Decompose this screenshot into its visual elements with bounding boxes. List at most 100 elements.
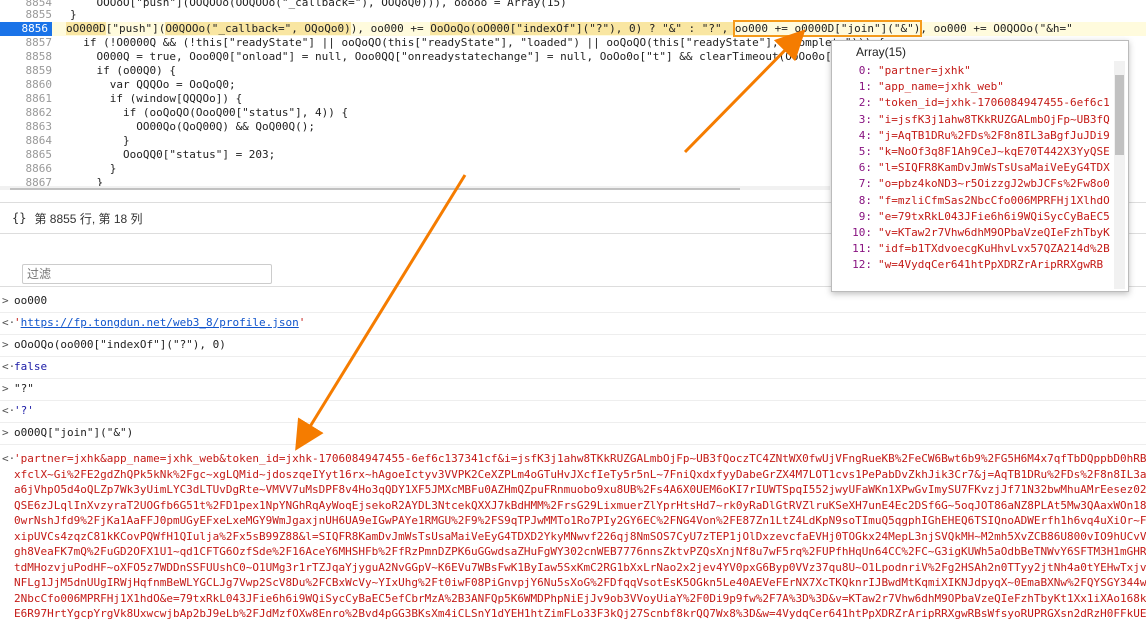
- code-token: ), oo000: [350, 22, 411, 35]
- console-command: o000Q["join"]("&"): [14, 426, 134, 439]
- array-item[interactable]: 2: "token_id=jxhk-1706084947455-6ef6c1: [842, 95, 1110, 111]
- array-preview-popup[interactable]: Array(15) 0: "partner=jxhk" 1: "app_name=jx…: [831, 40, 1129, 292]
- console-input-row: > o000Q["join"]("&"): [0, 422, 1146, 445]
- line-number[interactable]: 8856: [0, 22, 52, 36]
- array-item[interactable]: 8: "f=mzliCfmSas2NbcCfo006MPRFHj1XlhdO: [842, 193, 1110, 209]
- console-input-row: > oOoOQo(oo000["indexOf"]("?"), 0): [0, 334, 1146, 357]
- code-text: if (o00Q0) {: [70, 64, 176, 77]
- result-line: NFLg1JjM5dnUUgIRWjHqfnmBeWLYGCLJg7Vwp2Sc…: [14, 576, 1146, 589]
- console-input-row: > "?": [0, 378, 1146, 401]
- input-prompt-icon: >: [2, 294, 9, 307]
- code-text: O000Q = true, Ooo0Q0["onload"] = null, O…: [70, 50, 872, 63]
- console-command: oOoOQo(oo000["indexOf"]("?"), 0): [14, 338, 226, 351]
- array-item[interactable]: 7: "o=pbz4koND3~r5OizzgJ2wbJCFs%2Fw8o0: [842, 176, 1110, 192]
- array-index: 10:: [852, 226, 872, 239]
- code-text: var QQQOo = OoQoQ0;: [70, 78, 236, 91]
- horizontal-scrollbar[interactable]: [0, 186, 830, 190]
- array-value: "k=NoOf3q8F1Ah9CeJ~kqE70T442X3YyQSE: [878, 145, 1110, 158]
- array-index: 3:: [858, 112, 872, 126]
- line-number[interactable]: 8862: [0, 106, 53, 120]
- result-line: 2NbcCfo006MPRFHj1X1hdO&e=79txRkL043JFie6…: [14, 591, 1146, 605]
- code-text: OO00Qo(QoQ00Q) && QoQ00Q();: [70, 120, 316, 133]
- code-token: oO000D: [66, 22, 106, 35]
- result-line: a6jVhpO5d4oQLZp7Wk3yUimLYC3dLTUvDgRte~VM…: [14, 483, 1146, 496]
- code-token: O0QOOo("_callback=", OQoQo0): [165, 22, 351, 35]
- array-value: "v=KTaw2r7Vhw6dhM9OPbaVzeQIeFzhTbyK: [878, 226, 1110, 239]
- console-filter-input[interactable]: [22, 264, 272, 284]
- input-prompt-icon: >: [2, 426, 9, 439]
- line-number[interactable]: 8866: [0, 162, 53, 176]
- code-token: OoOoQo(oO000["indexOf"]("?"), 0) ? "&" :…: [430, 22, 735, 35]
- line-number[interactable]: 8865: [0, 148, 53, 162]
- console-command: oo000: [14, 294, 48, 307]
- array-item[interactable]: 5: "k=NoOf3q8F1Ah9CeJ~kqE70T442X3YyQSE: [842, 144, 1110, 160]
- array-index: 9:: [858, 209, 872, 223]
- scrollbar-thumb[interactable]: [10, 188, 740, 190]
- code-token: O0QOOo("&h=": [993, 22, 1073, 35]
- array-value: "l=SIQFR8KamDvJmWsTsUsaMaiVeEyG4TDX: [878, 161, 1110, 175]
- input-prompt-icon: >: [2, 338, 9, 351]
- result-line: 'partner=jxhk&app_name=jxhk_web&token_id…: [14, 452, 1146, 465]
- array-value: "e=79txRkL043JFie6h6i9WQiSycCyBaEC5: [878, 209, 1110, 223]
- console-output-row: <· '?': [0, 400, 1146, 423]
- array-index: 2:: [858, 96, 872, 110]
- array-value: "partner=jxhk": [878, 64, 971, 77]
- input-prompt-icon: >: [2, 382, 9, 395]
- popup-scrollbar[interactable]: [1114, 61, 1125, 289]
- array-item[interactable]: 10: "v=KTaw2r7Vhw6dhM9OPbaVzeQIeFzhTbyK: [842, 225, 1110, 241]
- quote-mark: ': [298, 316, 306, 329]
- console-panel: > oo000 <·'https://fp.tongdun.net/web3_8/p…: [0, 290, 1146, 622]
- result-line: tdMHozvjuPodHF~oXFO5z7WDDnSSFUUshC0~O1UM…: [14, 560, 1146, 574]
- line-number[interactable]: 8855: [0, 8, 53, 22]
- array-index: 1:: [858, 80, 872, 94]
- array-index: 12:: [852, 258, 872, 272]
- line-number[interactable]: 8864: [0, 134, 53, 148]
- line-number[interactable]: 8858: [0, 50, 53, 64]
- console-result: <· 'partner=jxhk&app_name=jxhk_web&token…: [0, 450, 1146, 622]
- line-number[interactable]: 8863: [0, 120, 53, 134]
- array-item[interactable]: 11: "idf=b1TXdvoecgKuHhvLvx57QZA214d%2B: [842, 241, 1110, 257]
- result-line: gh8VeaFK7mQ%2FuGD2OFX1U1~qd1CFTG6OzfSde%…: [14, 545, 1146, 558]
- array-item[interactable]: 3: "i=jsfK3j1ahw8TKkRUZGALmbOjFp~UB3fQ: [842, 112, 1110, 128]
- code-text: if (window[QQQOo]) {: [70, 92, 243, 105]
- result-line: xipUVCs4zqzC81kKCovPQWfH1QIulja%2Fx5sB99…: [14, 529, 1146, 543]
- scrollbar-thumb[interactable]: [1115, 75, 1124, 155]
- url-link[interactable]: https://fp.tongdun.net/web3_8/profile.js…: [21, 316, 299, 329]
- array-item[interactable]: 1: "app_name=jxhk_web": [842, 79, 1004, 95]
- array-value: "app_name=jxhk_web": [878, 80, 1004, 94]
- code-token: ["push"]: [105, 22, 159, 35]
- array-item[interactable]: 4: "j=AqTB1DRu%2FDs%2F8n8IL3aBgfJuJDi9: [842, 128, 1110, 144]
- line-number[interactable]: 8861: [0, 92, 53, 106]
- console-value: false: [14, 360, 48, 373]
- quote-mark: ': [14, 316, 21, 329]
- code-line: 8855}: [0, 8, 1146, 22]
- console-input-row: > oo000: [0, 290, 1146, 313]
- result-line: E6R97HrtYgcpYrgVk8UxwcwjbAp2bJ9eLb%2FJdM…: [14, 607, 1146, 620]
- result-line: 0wrNshJfd9%2FjKa1AaFFJ0pmUGyEFxeLxeMGY9W…: [14, 514, 1146, 527]
- array-index: 5:: [858, 145, 872, 158]
- popup-title: Array(15): [856, 45, 907, 59]
- array-value: "token_id=jxhk-1706084947455-6ef6c1: [878, 96, 1110, 110]
- pretty-print-icon[interactable]: {}: [12, 211, 26, 225]
- result-line: xfclX~Gi%2FE2gdZhQPk5kNk%2Fgc~xgLQMid~jd…: [14, 467, 1146, 481]
- array-item[interactable]: 6: "l=SIQFR8KamDvJmWsTsUsaMaiVeEyG4TDX: [842, 160, 1110, 176]
- console-output-row: <·'https://fp.tongdun.net/web3_8/profile…: [0, 312, 1146, 335]
- code-token: , oo000: [920, 22, 974, 35]
- array-item[interactable]: 12: "w=4VydqCer641htPpXDRZrAripRRXgwRB: [842, 257, 1103, 273]
- console-output-row: <· false: [0, 356, 1146, 379]
- array-index: 6:: [858, 161, 872, 175]
- array-index: 7:: [858, 177, 872, 191]
- console-value[interactable]: 'https://fp.tongdun.net/web3_8/profile.j…: [14, 312, 305, 334]
- array-value: "idf=b1TXdvoecgKuHhvLvx57QZA214d%2B: [878, 242, 1110, 256]
- console-command: "?": [14, 382, 34, 395]
- code-line: 8856 oO000D["push"](O0QOOo("_callback=", …: [0, 20, 1146, 37]
- line-number[interactable]: 8859: [0, 64, 53, 78]
- array-item[interactable]: 9: "e=79txRkL043JFie6h6i9WQiSycCyBaEC5: [842, 209, 1110, 225]
- array-index: 4:: [858, 128, 872, 142]
- array-item[interactable]: 0: "partner=jxhk": [842, 63, 971, 79]
- line-number[interactable]: 8860: [0, 78, 53, 92]
- line-number[interactable]: 8857: [0, 36, 53, 50]
- code-text: oO000D["push"](O0QOOo("_callback=", OQoQ…: [66, 20, 1073, 37]
- array-value: "o=pbz4koND3~r5OizzgJ2wbJCFs%2Fw8o0: [878, 177, 1110, 191]
- cursor-position: 第 8855 行, 第 18 列: [34, 211, 143, 226]
